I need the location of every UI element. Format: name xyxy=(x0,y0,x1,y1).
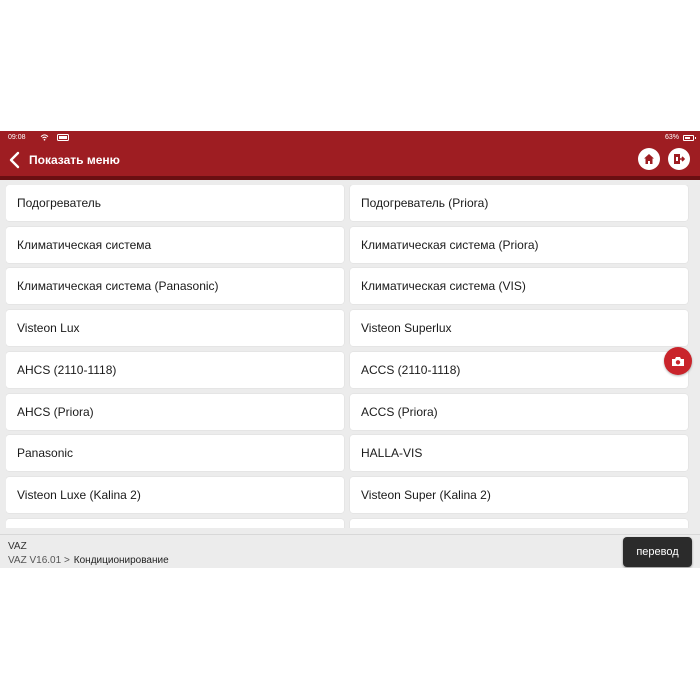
status-time: 09:08 xyxy=(8,134,26,141)
app-screen: 09:08 63% Показать меню Подогреватель По… xyxy=(0,131,700,568)
menu-item[interactable]: Visteon Super (Kalina 2) xyxy=(350,476,688,513)
menu-item[interactable]: Visteon Luxe (Kalina 2) xyxy=(6,476,344,513)
footer-bar: VAZ VAZ V16.01 > Кондиционирование перево… xyxy=(0,534,700,568)
breadcrumb-version: VAZ V16.01 > xyxy=(8,555,70,566)
menu-item[interactable]: Климатическая система (VIS) xyxy=(350,268,688,305)
menu-item[interactable] xyxy=(350,518,688,528)
menu-item[interactable] xyxy=(6,518,344,528)
status-bar: 09:08 63% xyxy=(0,131,700,144)
screenshot-button[interactable] xyxy=(664,347,692,375)
menu-item[interactable]: ACCS (Priora) xyxy=(350,393,688,430)
camera-icon xyxy=(672,356,684,366)
menu-grid: Подогреватель Подогреватель (Priora) Кли… xyxy=(6,185,695,528)
wifi-icon xyxy=(40,134,49,141)
vehicle-label: VAZ xyxy=(8,541,27,552)
menu-item[interactable]: AHCS (Priora) xyxy=(6,393,344,430)
battery-icon xyxy=(683,134,696,141)
menu-item[interactable]: Подогреватель xyxy=(6,185,344,221)
menu-item[interactable]: AHCS (2110-1118) xyxy=(6,351,344,388)
menu-item[interactable]: HALLA-VIS xyxy=(350,435,688,472)
translate-button[interactable]: перевод xyxy=(623,537,692,567)
home-icon xyxy=(644,154,654,164)
back-arrow-icon[interactable] xyxy=(8,151,22,169)
menu-item[interactable]: ACCS (2110-1118) xyxy=(350,351,688,388)
menu-item[interactable]: Visteon Lux xyxy=(6,310,344,347)
exit-icon xyxy=(674,154,685,164)
battery-percent: 63% xyxy=(664,134,679,141)
menu-item[interactable]: Visteon Superlux xyxy=(350,310,688,347)
menu-item[interactable]: Panasonic xyxy=(6,435,344,472)
menu-item[interactable]: Климатическая система (Panasonic) xyxy=(6,268,344,305)
menu-item[interactable]: Климатическая система (Priora) xyxy=(350,226,688,263)
menu-item[interactable]: Климатическая система xyxy=(6,226,344,263)
device-link-icon xyxy=(57,134,69,141)
breadcrumb: VAZ V16.01 > Кондиционирование xyxy=(8,555,169,566)
exit-button[interactable] xyxy=(668,148,690,170)
menu-item[interactable]: Подогреватель (Priora) xyxy=(350,185,688,221)
page-title: Показать меню xyxy=(29,153,120,167)
app-bar: Показать меню xyxy=(0,144,700,180)
home-button[interactable] xyxy=(638,148,660,170)
breadcrumb-current: Кондиционирование xyxy=(73,555,169,566)
